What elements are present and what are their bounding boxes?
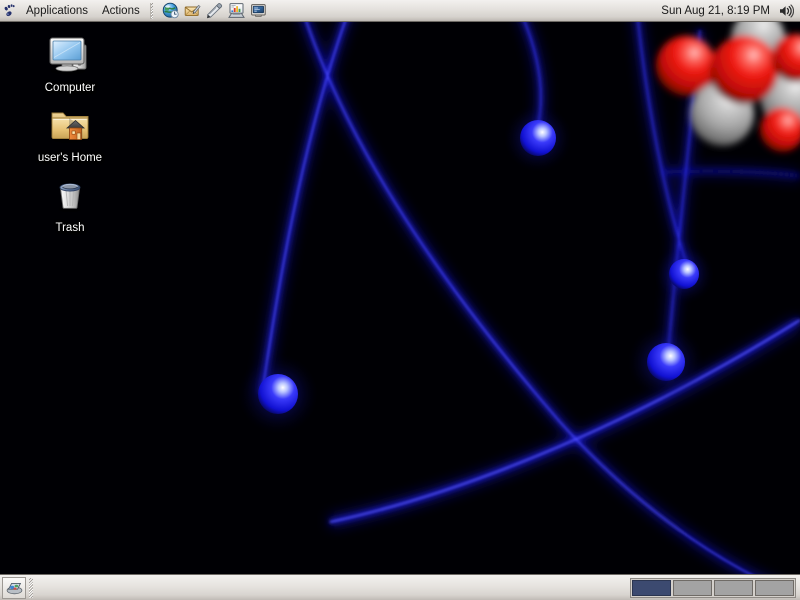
workspace-switcher[interactable] bbox=[630, 577, 796, 598]
trash-can-icon bbox=[46, 170, 94, 218]
computer-monitor-icon bbox=[46, 30, 94, 78]
desktop-icon-computer[interactable]: Computer bbox=[22, 30, 118, 95]
workspace-2[interactable] bbox=[673, 579, 712, 596]
menu-actions[interactable]: Actions bbox=[95, 1, 147, 21]
terminal-screen-icon[interactable] bbox=[248, 1, 269, 21]
menu-applications[interactable]: Applications bbox=[19, 1, 95, 21]
desktop-icon-label: Computer bbox=[44, 82, 96, 94]
workspace-4[interactable] bbox=[755, 579, 794, 596]
menu-actions-label: Actions bbox=[102, 4, 140, 17]
chart-presentation-icon[interactable] bbox=[226, 1, 247, 21]
workspace-3[interactable] bbox=[714, 579, 753, 596]
gnome-foot-icon[interactable] bbox=[0, 1, 19, 21]
desktop-icon-label: user's Home bbox=[37, 152, 103, 164]
desktop-icon-home[interactable]: user's Home bbox=[22, 100, 118, 165]
desktop-icon-trash[interactable]: Trash bbox=[22, 170, 118, 235]
panel-launcher-group bbox=[160, 1, 269, 21]
top-panel: Applications Actions Sun Aug 21, 8:19 PM bbox=[0, 0, 800, 22]
panel-separator bbox=[149, 2, 153, 19]
envelope-mail-icon[interactable] bbox=[182, 1, 203, 21]
show-desktop-icon[interactable] bbox=[2, 576, 26, 599]
workspace-1[interactable] bbox=[632, 579, 671, 596]
wallpaper-image bbox=[0, 22, 800, 574]
menu-applications-label: Applications bbox=[26, 4, 89, 17]
window-list[interactable] bbox=[36, 575, 630, 600]
panel-status-area: Sun Aug 21, 8:19 PM bbox=[655, 0, 800, 22]
bottom-panel bbox=[0, 574, 800, 600]
speaker-volume-icon[interactable] bbox=[776, 1, 796, 21]
clock[interactable]: Sun Aug 21, 8:19 PM bbox=[655, 5, 776, 17]
globe-browser-icon[interactable] bbox=[160, 1, 181, 21]
panel-separator bbox=[29, 577, 33, 598]
desktop-surface[interactable]: Computer user's Home Trash bbox=[0, 22, 800, 574]
desktop-icon-label: Trash bbox=[55, 222, 85, 234]
home-folder-icon bbox=[46, 100, 94, 148]
pen-writing-icon[interactable] bbox=[204, 1, 225, 21]
